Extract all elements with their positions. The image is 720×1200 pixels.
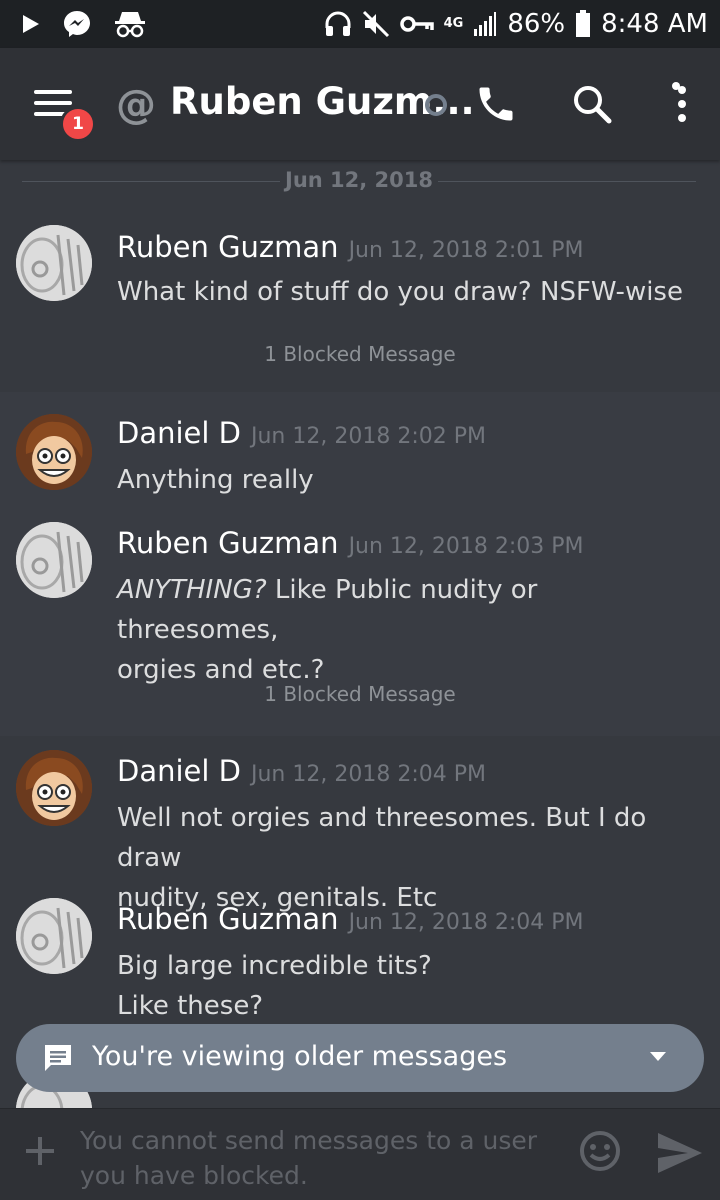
headphones-icon bbox=[324, 10, 352, 38]
at-icon: @ bbox=[116, 82, 156, 128]
message-content: ANYTHING? Like Public nudity or threesom… bbox=[117, 570, 697, 690]
emphasis-text: ANYTHING? bbox=[117, 575, 267, 605]
timestamp: Jun 12, 2018 2:01 PM bbox=[348, 238, 584, 263]
notification-badge: 1 bbox=[60, 106, 96, 142]
incognito-icon bbox=[114, 9, 146, 39]
emoji-button[interactable] bbox=[578, 1129, 622, 1173]
channel-header: 1 @ Ruben Guzm... bbox=[0, 48, 720, 160]
message-content: Anything really bbox=[117, 460, 697, 500]
battery-icon bbox=[575, 10, 591, 38]
message-list[interactable]: Jun 12, 2018 Ruben Guzman Jun 12, 2018 2:… bbox=[0, 160, 720, 1108]
message-line: What kind of stuff do you draw? NSFW-wis… bbox=[117, 277, 683, 307]
messenger-icon bbox=[62, 9, 92, 39]
message-content: Big large incredible tits? Like these? bbox=[117, 946, 697, 1026]
presence-offline-icon bbox=[425, 94, 447, 116]
message-header: Daniel D Jun 12, 2018 2:04 PM bbox=[117, 754, 486, 788]
timestamp: Jun 12, 2018 2:02 PM bbox=[251, 424, 486, 449]
jump-to-present-bar[interactable]: You're viewing older messages bbox=[16, 1024, 704, 1092]
mute-icon bbox=[362, 10, 390, 38]
key-icon bbox=[399, 14, 434, 34]
status-bar: 4G 86% 8:48 AM bbox=[0, 0, 720, 48]
emoji-icon bbox=[580, 1131, 620, 1171]
message-line: Anything really bbox=[117, 465, 314, 495]
chevron-down-icon bbox=[650, 1052, 666, 1061]
add-attachment-button[interactable] bbox=[22, 1133, 58, 1169]
search-button[interactable] bbox=[570, 82, 614, 126]
blocked-messages-toggle[interactable]: 1 Blocked Message bbox=[0, 682, 720, 706]
signal-icon bbox=[473, 11, 497, 37]
more-vertical-icon bbox=[672, 82, 686, 122]
send-icon bbox=[658, 1133, 702, 1173]
message-line: ANYTHING? Like Public nudity or threesom… bbox=[117, 570, 697, 650]
plus-icon bbox=[26, 1137, 54, 1165]
clock: 8:48 AM bbox=[601, 9, 708, 39]
timestamp: Jun 12, 2018 2:04 PM bbox=[251, 762, 486, 787]
date-divider: Jun 12, 2018 bbox=[22, 168, 696, 194]
username[interactable]: Ruben Guzman bbox=[117, 526, 339, 560]
older-messages-label: You're viewing older messages bbox=[92, 1041, 508, 1072]
menu-button[interactable]: 1 bbox=[34, 86, 96, 142]
message-line: Like these? bbox=[117, 991, 264, 1021]
battery-percent: 86% bbox=[507, 9, 566, 39]
message-content: Well not orgies and threesomes. But I do… bbox=[117, 798, 697, 918]
more-options-button[interactable] bbox=[666, 82, 686, 126]
username[interactable]: Daniel D bbox=[117, 754, 241, 788]
message-header: Daniel D Jun 12, 2018 2:02 PM bbox=[117, 416, 486, 450]
message-composer: You cannot send messages to a user you h… bbox=[0, 1108, 720, 1200]
message-group: Daniel D Jun 12, 2018 2:02 PM Anything re… bbox=[0, 392, 720, 736]
blocked-messages-toggle[interactable]: 1 Blocked Message bbox=[0, 342, 720, 366]
message-line: Big large incredible tits? bbox=[117, 951, 432, 981]
timestamp: Jun 12, 2018 2:03 PM bbox=[348, 534, 584, 559]
network-type: 4G bbox=[443, 16, 464, 31]
call-button[interactable] bbox=[474, 82, 518, 126]
send-button[interactable] bbox=[656, 1131, 704, 1175]
avatar[interactable] bbox=[16, 522, 92, 598]
phone-icon bbox=[479, 87, 513, 121]
message-header: Ruben Guzman Jun 12, 2018 2:04 PM bbox=[117, 902, 584, 936]
network-label: 4G bbox=[443, 16, 464, 31]
message-group: Ruben Guzman Jun 12, 2018 2:01 PM What ki… bbox=[0, 208, 720, 392]
date-divider-label: Jun 12, 2018 bbox=[285, 168, 433, 192]
timestamp: Jun 12, 2018 2:04 PM bbox=[348, 910, 584, 935]
message-line: Well not orgies and threesomes. But I do… bbox=[117, 803, 647, 873]
search-icon bbox=[574, 86, 612, 124]
message-content: What kind of stuff do you draw? NSFW-wis… bbox=[117, 272, 697, 312]
avatar[interactable] bbox=[16, 225, 92, 301]
message-header: Ruben Guzman Jun 12, 2018 2:01 PM bbox=[117, 230, 584, 264]
username[interactable]: Ruben Guzman bbox=[117, 230, 339, 264]
message-icon bbox=[45, 1045, 71, 1071]
username[interactable]: Daniel D bbox=[117, 416, 241, 450]
message-input[interactable]: You cannot send messages to a user you h… bbox=[80, 1123, 570, 1193]
avatar[interactable] bbox=[16, 898, 92, 974]
play-icon bbox=[22, 14, 40, 34]
username[interactable]: Ruben Guzman bbox=[117, 902, 339, 936]
avatar[interactable] bbox=[16, 414, 92, 490]
avatar[interactable] bbox=[16, 750, 92, 826]
message-header: Ruben Guzman Jun 12, 2018 2:03 PM bbox=[117, 526, 584, 560]
